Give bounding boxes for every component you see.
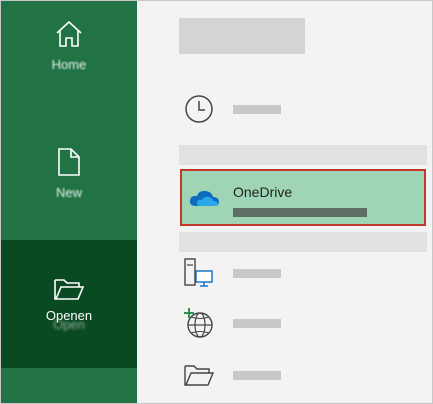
sidebar-item-open[interactable]: Openen Open	[1, 240, 137, 368]
browse-folder-icon	[181, 362, 217, 388]
sidebar-item-open-label-ghost: Open	[53, 317, 85, 332]
sidebar-item-new[interactable]: New	[1, 129, 137, 229]
page-title-placeholder	[179, 18, 305, 54]
section-divider-other	[179, 232, 427, 252]
open-folder-icon	[54, 279, 85, 300]
browse-location[interactable]	[179, 353, 427, 397]
onedrive-account-placeholder	[233, 208, 367, 217]
home-icon	[56, 20, 82, 47]
clock-icon	[181, 94, 217, 124]
sidebar-item-home-label: Home	[51, 57, 87, 72]
onedrive-title: OneDrive	[233, 184, 293, 200]
backstage-open-view: Home New Openen Open OneDrive	[0, 0, 433, 404]
add-place-location[interactable]	[179, 301, 427, 345]
sidebar-item-home[interactable]: Home	[1, 1, 137, 101]
section-divider-personal	[179, 145, 427, 165]
onedrive-cloud-icon	[189, 190, 219, 206]
sidebar-item-new-label: New	[55, 185, 82, 200]
this-pc-icon	[181, 257, 217, 289]
this-pc-label-placeholder	[233, 268, 281, 278]
sidebar: Home New Openen Open	[1, 1, 137, 403]
this-pc-location[interactable]	[179, 251, 427, 295]
add-place-globe-icon	[181, 307, 217, 339]
onedrive-location[interactable]: OneDrive	[180, 169, 426, 226]
recent-location[interactable]	[179, 87, 427, 131]
new-document-icon	[58, 148, 80, 176]
add-place-label-placeholder	[233, 318, 281, 328]
open-locations-panel: OneDrive	[137, 1, 432, 403]
recent-label-placeholder	[233, 104, 281, 114]
browse-label-placeholder	[233, 370, 281, 380]
sidebar-footer	[1, 368, 137, 403]
